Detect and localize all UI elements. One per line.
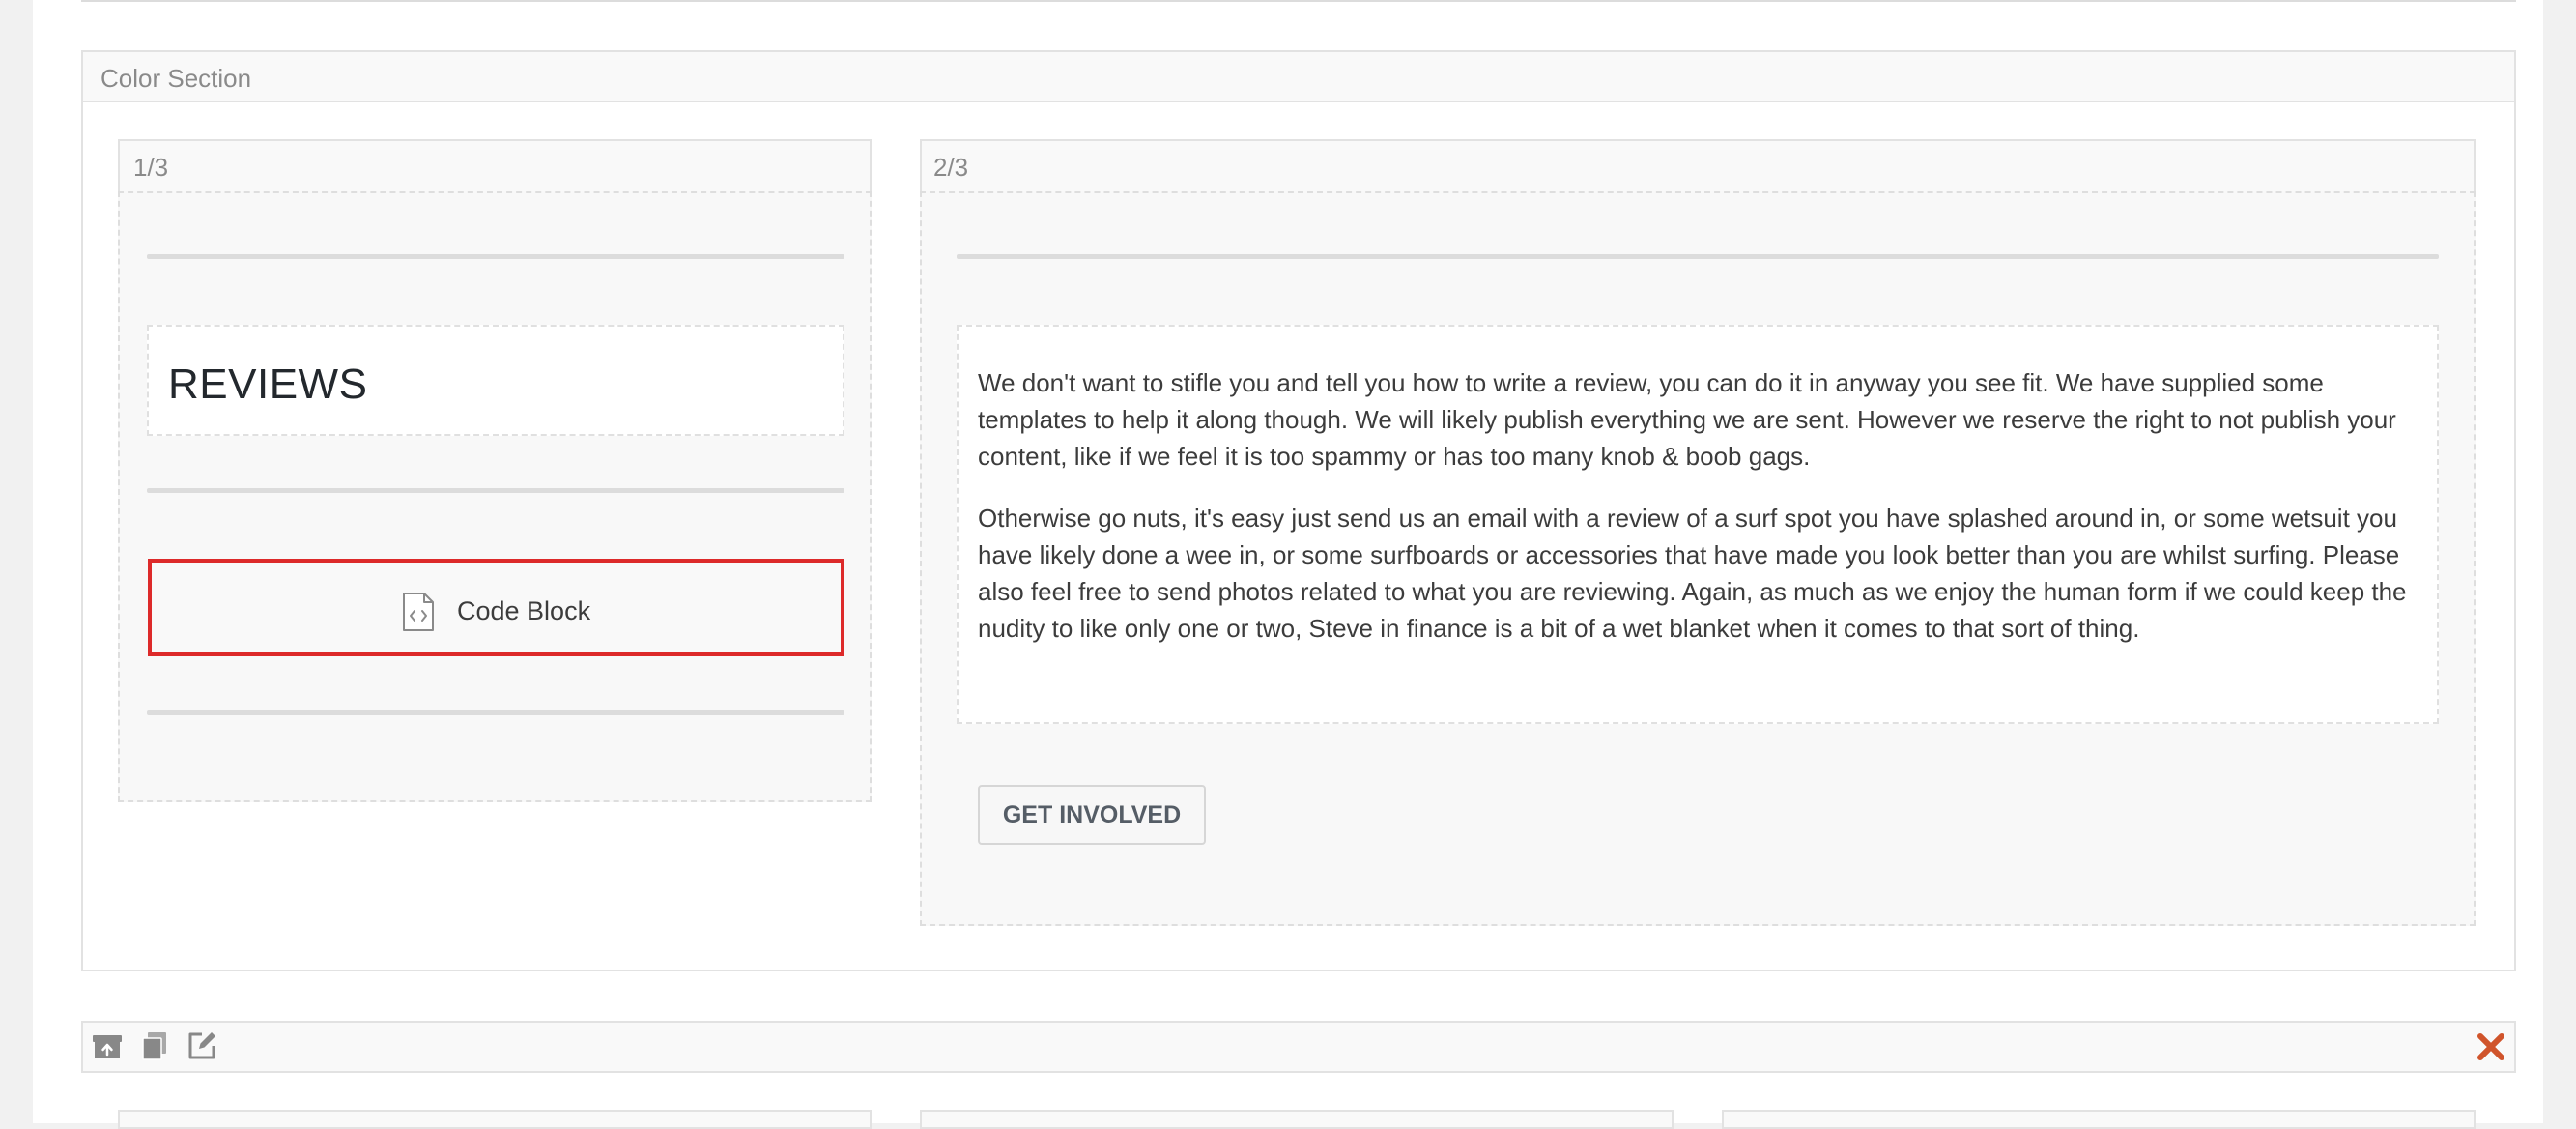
- code-block-label: Code Block: [457, 596, 591, 625]
- column-1-width-label: 1/3: [133, 153, 169, 182]
- bottom-column-1-header[interactable]: [118, 1110, 872, 1129]
- column-2-header[interactable]: [920, 139, 2476, 193]
- archive-icon[interactable]: [91, 1029, 124, 1062]
- code-file-icon: [403, 593, 434, 631]
- review-intro-paragraph: We don't want to stifle you and tell you…: [978, 368, 2396, 471]
- drop-zone-separator: [147, 710, 844, 715]
- section-toolbar: [81, 1021, 2516, 1073]
- bottom-column-2-header[interactable]: [920, 1110, 1674, 1129]
- color-section-title: Color Section: [100, 64, 252, 93]
- close-icon[interactable]: [2476, 1031, 2506, 1062]
- column-2-width-label: 2/3: [933, 153, 969, 182]
- column-1-header[interactable]: [118, 139, 872, 193]
- get-involved-button[interactable]: GET INVOLVED: [978, 785, 1206, 845]
- review-details-paragraph: Otherwise go nuts, it's easy just send u…: [978, 504, 2407, 643]
- color-section-header[interactable]: [81, 50, 2516, 102]
- drop-zone-separator: [147, 488, 844, 493]
- bottom-column-3-header[interactable]: [1722, 1110, 2476, 1129]
- drop-zone-separator: [147, 254, 844, 259]
- copy-icon[interactable]: [138, 1029, 171, 1062]
- drop-zone-separator: [957, 254, 2439, 259]
- previous-section-bottom-edge: [81, 0, 2516, 2]
- edit-icon[interactable]: [186, 1029, 218, 1062]
- reviews-heading: REVIEWS: [168, 361, 368, 408]
